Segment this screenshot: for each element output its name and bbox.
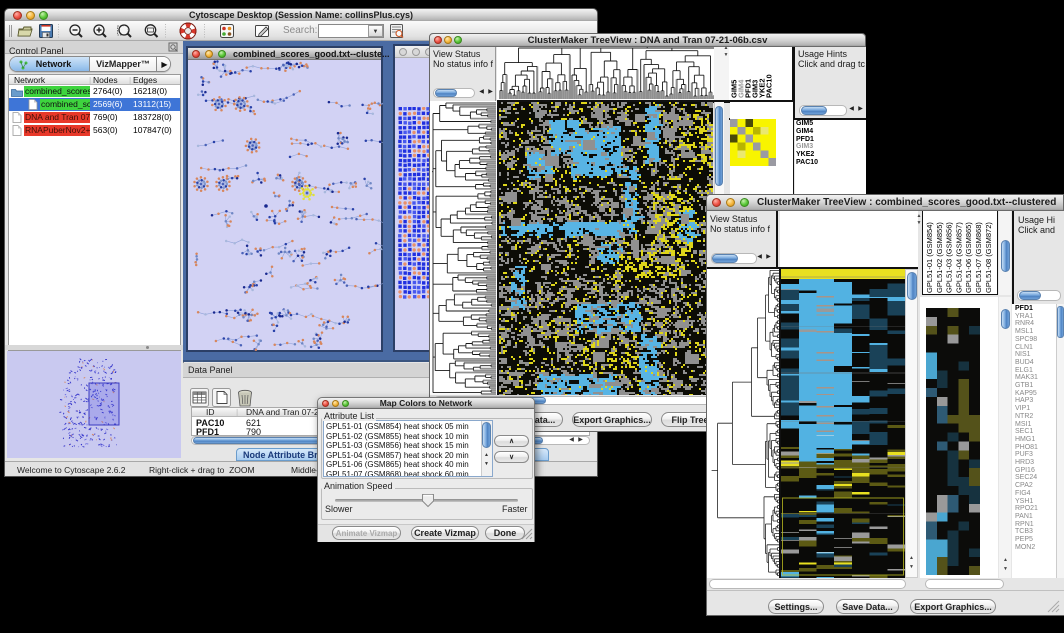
svg-text:GPL51-06 (GSM865): GPL51-06 (GSM865) — [964, 222, 973, 293]
svg-text:GPL51-04 (GSM857): GPL51-04 (GSM857) — [954, 222, 963, 293]
svg-text:GPL51-01 (GSM854): GPL51-01 (GSM854) — [925, 222, 934, 293]
svg-text:GPL51-03 (GSM856): GPL51-03 (GSM856) — [945, 222, 954, 293]
svg-text:GPL51-07 (GSM868): GPL51-07 (GSM868) — [974, 222, 983, 293]
svg-text:GPL51-02 (GSM855): GPL51-02 (GSM855) — [935, 222, 944, 293]
svg-text:PAC10: PAC10 — [765, 74, 774, 98]
svg-text:GPL51-08 (GSM872): GPL51-08 (GSM872) — [984, 222, 993, 293]
